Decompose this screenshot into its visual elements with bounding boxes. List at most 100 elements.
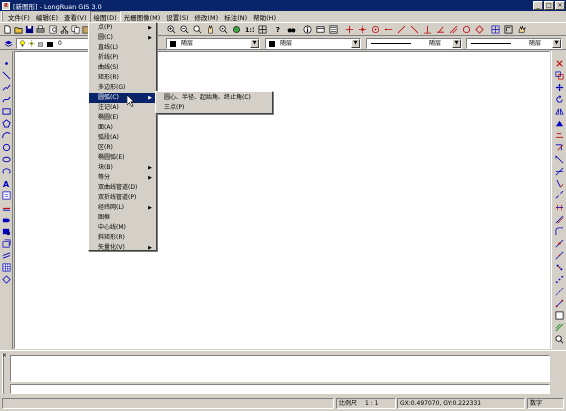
menu-item-double-polyline-pipe[interactable]: 双折线管道(P) [89, 193, 156, 203]
query-icon[interactable]: ? [274, 25, 283, 34]
pan-icon[interactable] [206, 25, 215, 34]
ellipse-icon[interactable] [2, 155, 11, 164]
point-icon[interactable] [358, 25, 367, 34]
command-panel-grip[interactable] [2, 354, 4, 394]
delete-icon[interactable] [555, 59, 564, 68]
annotation-icon[interactable] [2, 191, 11, 200]
zoom-all-icon[interactable] [219, 25, 228, 34]
layer-combo[interactable]: 0 [16, 38, 92, 49]
close-icon[interactable]: × [2, 352, 7, 359]
cut-icon[interactable] [60, 25, 69, 34]
erase-icon[interactable] [2, 275, 11, 284]
chamfer-icon[interactable] [555, 203, 564, 212]
menu-settings[interactable]: 设置(S) [163, 12, 191, 22]
offset-icon[interactable] [555, 119, 564, 128]
chevron-down-icon[interactable]: ▼ [552, 39, 561, 48]
diagonal-icon[interactable] [410, 25, 419, 34]
lock-icon[interactable] [37, 40, 44, 47]
menu-item-double-curve-pipe[interactable]: 双曲线管道(D) [89, 183, 156, 193]
curve-icon[interactable] [2, 95, 11, 104]
zoom-in-icon[interactable] [167, 25, 176, 34]
table-icon[interactable] [2, 263, 11, 272]
insert-icon[interactable] [2, 227, 11, 236]
layer-manager-icon[interactable] [4, 39, 13, 48]
menu-item-graticule[interactable]: 经纬网(L) ▶ [89, 203, 156, 213]
find-icon[interactable] [287, 25, 296, 34]
app-icon[interactable]: R [2, 1, 10, 10]
menu-item-polyline[interactable]: 折线(P) [89, 53, 156, 63]
extend-icon[interactable] [555, 179, 564, 188]
close-button[interactable]: × [555, 1, 565, 10]
layer-icon[interactable] [2, 239, 11, 248]
open-icon[interactable] [14, 25, 23, 34]
command-history[interactable] [10, 355, 550, 382]
menu-item-curve[interactable]: 曲线(S) [89, 63, 156, 73]
menu-edit[interactable]: 编辑(E) [33, 12, 61, 22]
properties-icon[interactable] [555, 311, 564, 320]
linetype-combo[interactable]: 随层 ▼ [265, 38, 361, 49]
menu-item-rectangle[interactable]: 矩形(R) [89, 73, 156, 83]
menu-modify[interactable]: 修改(M) [192, 12, 222, 22]
chevron-down-icon[interactable]: ▼ [452, 39, 461, 48]
minimize-button[interactable]: _ [533, 1, 543, 10]
menu-item-circle[interactable]: 圆(C) ▶ [89, 33, 156, 43]
trim-icon[interactable] [555, 167, 564, 176]
menu-item-line[interactable]: 直线(L) [89, 43, 156, 53]
refresh-icon[interactable] [232, 25, 241, 34]
mirror-icon[interactable] [555, 107, 564, 116]
arc-icon[interactable] [2, 131, 11, 140]
polyline-icon[interactable] [2, 83, 11, 92]
join-icon[interactable] [555, 251, 564, 260]
sun-icon[interactable] [28, 40, 35, 47]
menu-item-map-frame[interactable]: 图框 [89, 213, 156, 223]
info-icon[interactable] [303, 25, 312, 34]
menu-item-annotation[interactable]: 注记(A) [89, 103, 156, 113]
menu-dimension[interactable]: 标注(N) [221, 12, 250, 22]
arc-three-point-item[interactable]: 三点(P) [156, 103, 272, 113]
lengthen-icon[interactable] [555, 287, 564, 296]
menu-item-vectorize[interactable]: 矢量化(V) ▶ [89, 243, 156, 253]
preview-icon[interactable] [49, 25, 58, 34]
properties-icon[interactable] [329, 25, 338, 34]
menu-item-region[interactable]: 区(R) [89, 143, 156, 153]
hand-icon[interactable] [517, 25, 526, 34]
chevron-down-icon[interactable]: ▼ [250, 39, 259, 48]
elliptical-arc-icon[interactable] [2, 167, 11, 176]
lineweight-combo[interactable]: 随层 ▼ [366, 38, 462, 49]
circle-icon[interactable] [462, 25, 471, 34]
menu-item-divide[interactable]: 等分 ▶ [89, 173, 156, 183]
command-input[interactable] [10, 384, 550, 394]
maximize-button[interactable]: □ [544, 1, 554, 10]
menu-help[interactable]: 帮助(H) [250, 12, 279, 22]
menu-item-polygon[interactable]: 多边形(G) [89, 83, 156, 93]
area-icon[interactable] [2, 215, 11, 224]
measure-icon[interactable] [555, 263, 564, 272]
text-icon[interactable]: A [2, 179, 11, 188]
zoom-1to1-icon[interactable]: 1:1 [245, 25, 254, 34]
diamond-icon[interactable] [475, 25, 484, 34]
copy-icon[interactable] [71, 25, 80, 34]
menu-item-arc[interactable]: 圆弧(C) ▶ [89, 93, 156, 103]
zoom-window-icon[interactable] [193, 25, 202, 34]
line-icon[interactable] [384, 25, 393, 34]
menu-view[interactable]: 查看(V) [61, 12, 90, 22]
new-icon[interactable] [3, 25, 12, 34]
print-icon[interactable] [36, 25, 45, 34]
scale-icon[interactable] [555, 143, 564, 152]
fillet-icon[interactable] [555, 215, 564, 224]
break-icon[interactable] [555, 191, 564, 200]
menu-item-oblique-rectangle[interactable]: 斜矩形(R) [89, 233, 156, 243]
menu-item-point[interactable]: 点(P) ▶ [89, 23, 156, 33]
menu-file[interactable]: 文件(F) [5, 12, 33, 22]
grid-icon[interactable] [258, 25, 267, 34]
circle-icon[interactable] [2, 143, 11, 152]
divide-icon[interactable] [555, 275, 564, 284]
menu-draw[interactable]: 绘图(D) [89, 10, 121, 23]
polygon-icon[interactable] [2, 119, 11, 128]
ortho-icon[interactable] [504, 25, 513, 34]
menu-item-arc-segment[interactable]: 弧段(A) [89, 133, 156, 143]
perpendicular-icon[interactable] [423, 25, 432, 34]
arc-center-radius-item[interactable]: 圆心、半径、起始角、终止角(C) [156, 93, 272, 103]
block-icon[interactable] [2, 203, 11, 212]
rectangle-icon[interactable] [2, 107, 11, 116]
